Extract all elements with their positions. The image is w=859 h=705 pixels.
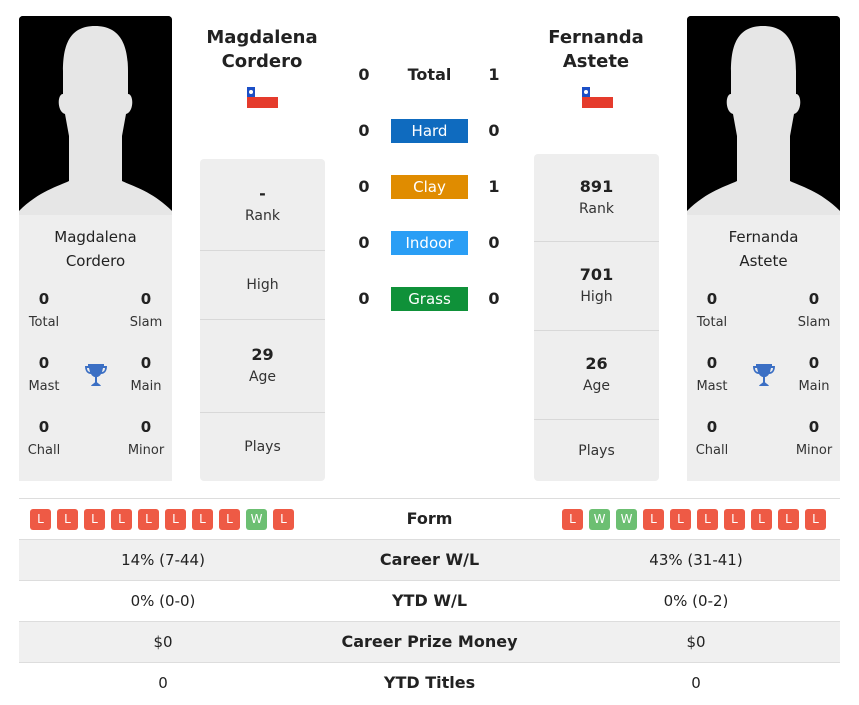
row-label: YTD Titles <box>383 673 476 692</box>
player2-form: LWWLLLLLLL <box>562 509 826 530</box>
trophy-icon <box>752 362 776 390</box>
stat-high: 701 High <box>534 242 659 331</box>
stat-age: 29 Age <box>200 320 325 413</box>
player2-titles: 0 Total 0 Slam 0 Mast 0 Main 0 Chall 0 Minor <box>687 289 840 479</box>
stat-rank: - Rank <box>200 159 325 251</box>
p2-count: 0 <box>488 121 500 140</box>
table-row: 14% (7-44) Career W/L 43% (31-41) <box>19 539 840 580</box>
p2-count: 0 <box>488 289 500 308</box>
titles-slam: 0 Slam <box>129 290 163 330</box>
form-loss-badge[interactable]: L <box>697 509 718 530</box>
row-label: Career W/L <box>379 550 480 569</box>
form-loss-badge[interactable]: L <box>111 509 132 530</box>
surface-total-label: Total <box>407 65 452 84</box>
player1-value: 0 <box>158 674 168 692</box>
p1-count: 0 <box>358 289 370 308</box>
form-loss-badge[interactable]: L <box>751 509 772 530</box>
form-loss-badge[interactable]: L <box>219 509 240 530</box>
stat-plays: Plays <box>578 443 615 459</box>
player1-titles: 0 Total 0 Slam 0 Mast 0 Main 0 Chall 0 Minor <box>19 289 172 479</box>
form-loss-badge[interactable]: L <box>30 509 51 530</box>
form-loss-badge[interactable]: L <box>778 509 799 530</box>
form-loss-badge[interactable]: L <box>57 509 78 530</box>
p1-count: 0 <box>358 65 370 84</box>
table-row: 0 YTD Titles 0 <box>19 662 840 703</box>
p2-count: 0 <box>488 233 500 252</box>
player1-name[interactable]: Magdalena Cordero <box>19 225 172 273</box>
h2h-total: 0 Total 1 <box>350 63 510 87</box>
player2-photo <box>687 16 840 216</box>
player2-card: Fernanda Astete 0 Total 0 Slam 0 Mast 0 Main … <box>687 215 840 481</box>
player1-stats: - Rank High 29 Age Plays <box>200 159 325 481</box>
h2h-grass: 0 Grass 0 <box>350 287 510 311</box>
titles-chall: 0 Chall <box>695 418 729 458</box>
player1-value: 14% (7-44) <box>121 551 205 569</box>
p2-count: 1 <box>488 177 500 196</box>
form-loss-badge[interactable]: L <box>805 509 826 530</box>
player1-form: LLLLLLLLWL <box>30 509 294 530</box>
p2-count: 1 <box>488 65 500 84</box>
titles-mast: 0 Mast <box>28 354 60 394</box>
trophy-icon <box>84 362 108 390</box>
h2h-clay: 0 Clay 1 <box>350 175 510 199</box>
player1-value: $0 <box>153 633 173 651</box>
row-label: YTD W/L <box>391 591 468 610</box>
form-loss-badge[interactable]: L <box>562 509 583 530</box>
p1-count: 0 <box>358 233 370 252</box>
form-loss-badge[interactable]: L <box>273 509 294 530</box>
surface-grass-badge[interactable]: Grass <box>391 287 468 311</box>
player2-stats: 891 Rank 701 High 26 Age Plays <box>534 154 659 481</box>
titles-chall: 0 Chall <box>27 418 61 458</box>
chile-flag-icon <box>247 87 278 108</box>
silhouette-icon <box>19 16 172 216</box>
silhouette-icon <box>687 16 840 216</box>
form-win-badge[interactable]: W <box>246 509 267 530</box>
stat-plays: Plays <box>244 438 281 455</box>
form-loss-badge[interactable]: L <box>670 509 691 530</box>
titles-slam: 0 Slam <box>797 290 831 330</box>
h2h-indoor: 0 Indoor 0 <box>350 231 510 255</box>
titles-total: 0 Total <box>696 290 728 330</box>
form-win-badge[interactable]: W <box>589 509 610 530</box>
form-loss-badge[interactable]: L <box>724 509 745 530</box>
titles-main: 0 Main <box>130 354 162 394</box>
player2-heading[interactable]: Fernanda Astete <box>526 26 666 74</box>
titles-minor: 0 Minor <box>795 418 833 458</box>
titles-main: 0 Main <box>798 354 830 394</box>
titles-mast: 0 Mast <box>696 354 728 394</box>
h2h-hard: 0 Hard 0 <box>350 119 510 143</box>
titles-minor: 0 Minor <box>127 418 165 458</box>
player2-value: 0 <box>691 674 701 692</box>
p1-count: 0 <box>358 177 370 196</box>
table-row: $0 Career Prize Money $0 <box>19 621 840 662</box>
player1-card: Magdalena Cordero 0 Total 0 Slam 0 Mast 0 Mai… <box>19 215 172 481</box>
player1-heading[interactable]: Magdalena Cordero <box>192 26 332 74</box>
player1-value: 0% (0-0) <box>130 592 196 610</box>
surface-clay-badge[interactable]: Clay <box>391 175 468 199</box>
surface-indoor-badge[interactable]: Indoor <box>391 231 468 255</box>
row-label: Career Prize Money <box>341 632 518 651</box>
player2-value: 0% (0-2) <box>663 592 729 610</box>
stat-high: High <box>200 251 325 320</box>
player1-photo <box>19 16 172 216</box>
table-row: 0% (0-0) YTD W/L 0% (0-2) <box>19 580 840 621</box>
player2-name[interactable]: Fernanda Astete <box>687 225 840 273</box>
surface-hard-badge[interactable]: Hard <box>391 119 468 143</box>
stat-age: 26 Age <box>534 331 659 420</box>
player2-value: $0 <box>686 633 706 651</box>
player2-value: 43% (31-41) <box>649 551 743 569</box>
form-row: LLLLLLLLWL Form LWWLLLLLLL <box>19 498 840 539</box>
titles-total: 0 Total <box>28 290 60 330</box>
row-label: Form <box>406 509 453 528</box>
form-loss-badge[interactable]: L <box>192 509 213 530</box>
p1-count: 0 <box>358 121 370 140</box>
form-loss-badge[interactable]: L <box>165 509 186 530</box>
form-win-badge[interactable]: W <box>616 509 637 530</box>
comparison-table: LLLLLLLLWL Form LWWLLLLLLL 14% (7-44) Ca… <box>19 498 840 703</box>
form-loss-badge[interactable]: L <box>84 509 105 530</box>
form-loss-badge[interactable]: L <box>643 509 664 530</box>
form-loss-badge[interactable]: L <box>138 509 159 530</box>
chile-flag-icon <box>582 87 613 108</box>
stat-rank: 891 Rank <box>534 154 659 242</box>
